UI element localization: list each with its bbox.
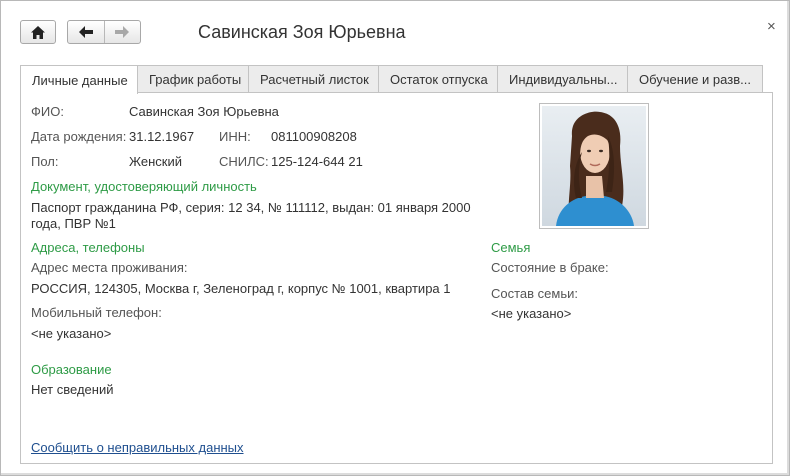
tab-payslip[interactable]: Расчетный листок bbox=[248, 65, 379, 93]
employee-card-window: Савинская Зоя Юрьевна × Личные данные Гр… bbox=[0, 0, 790, 476]
inn-value: 081100908208 bbox=[271, 129, 357, 144]
fio-label: ФИО: bbox=[31, 104, 64, 119]
snils-label: СНИЛС: bbox=[219, 154, 269, 169]
fio-value: Савинская Зоя Юрьевна bbox=[129, 104, 279, 119]
tab-individual[interactable]: Индивидуальны... bbox=[497, 65, 628, 93]
sex-value: Женский bbox=[129, 154, 182, 169]
education-section-heading: Образование bbox=[31, 362, 112, 377]
tab-panel-personal-data bbox=[20, 92, 773, 464]
window-title: Савинская Зоя Юрьевна bbox=[198, 22, 406, 42]
tab-personal-data[interactable]: Личные данные bbox=[20, 65, 138, 94]
document-value: Паспорт гражданина РФ, серия: 12 34, № 1… bbox=[31, 200, 471, 231]
home-icon bbox=[31, 25, 45, 39]
tab-bar: Личные данные График работы Расчетный ли… bbox=[20, 65, 763, 94]
education-value: Нет сведений bbox=[31, 382, 114, 397]
forward-button[interactable] bbox=[104, 21, 140, 43]
address-label: Адрес места проживания: bbox=[31, 260, 188, 275]
family-composition-label: Состав семьи: bbox=[491, 286, 578, 301]
employee-photo bbox=[539, 103, 649, 229]
snils-value: 125-124-644 21 bbox=[271, 154, 363, 169]
marital-status-label: Состояние в браке: bbox=[491, 260, 609, 275]
birth-date-label: Дата рождения: bbox=[31, 129, 127, 144]
report-incorrect-data-link[interactable]: Сообщить о неправильных данных bbox=[31, 440, 244, 456]
arrow-left-icon bbox=[78, 26, 93, 38]
document-section-heading: Документ, удостоверяющий личность bbox=[31, 179, 257, 194]
home-button[interactable] bbox=[20, 20, 56, 44]
navigation-buttons bbox=[67, 20, 141, 44]
family-composition-value: <не указано> bbox=[491, 306, 572, 321]
mobile-phone-label: Мобильный телефон: bbox=[31, 305, 162, 320]
employee-portrait-image bbox=[542, 106, 646, 226]
mobile-phone-value: <не указано> bbox=[31, 326, 112, 341]
sex-label: Пол: bbox=[31, 154, 59, 169]
tab-work-schedule[interactable]: График работы bbox=[137, 65, 249, 93]
address-value: РОССИЯ, 124305, Москва г, Зеленоград г, … bbox=[31, 281, 451, 296]
family-section-heading: Семья bbox=[491, 240, 531, 255]
contacts-section-heading: Адреса, телефоны bbox=[31, 240, 145, 255]
birth-date-value: 31.12.1967 bbox=[129, 129, 195, 144]
tab-training[interactable]: Обучение и разв... bbox=[627, 65, 763, 93]
close-icon[interactable]: × bbox=[767, 19, 776, 35]
tab-vacation-balance[interactable]: Остаток отпуска bbox=[378, 65, 498, 93]
arrow-right-icon bbox=[115, 26, 130, 38]
inn-label: ИНН: bbox=[219, 129, 251, 144]
back-button[interactable] bbox=[68, 21, 104, 43]
